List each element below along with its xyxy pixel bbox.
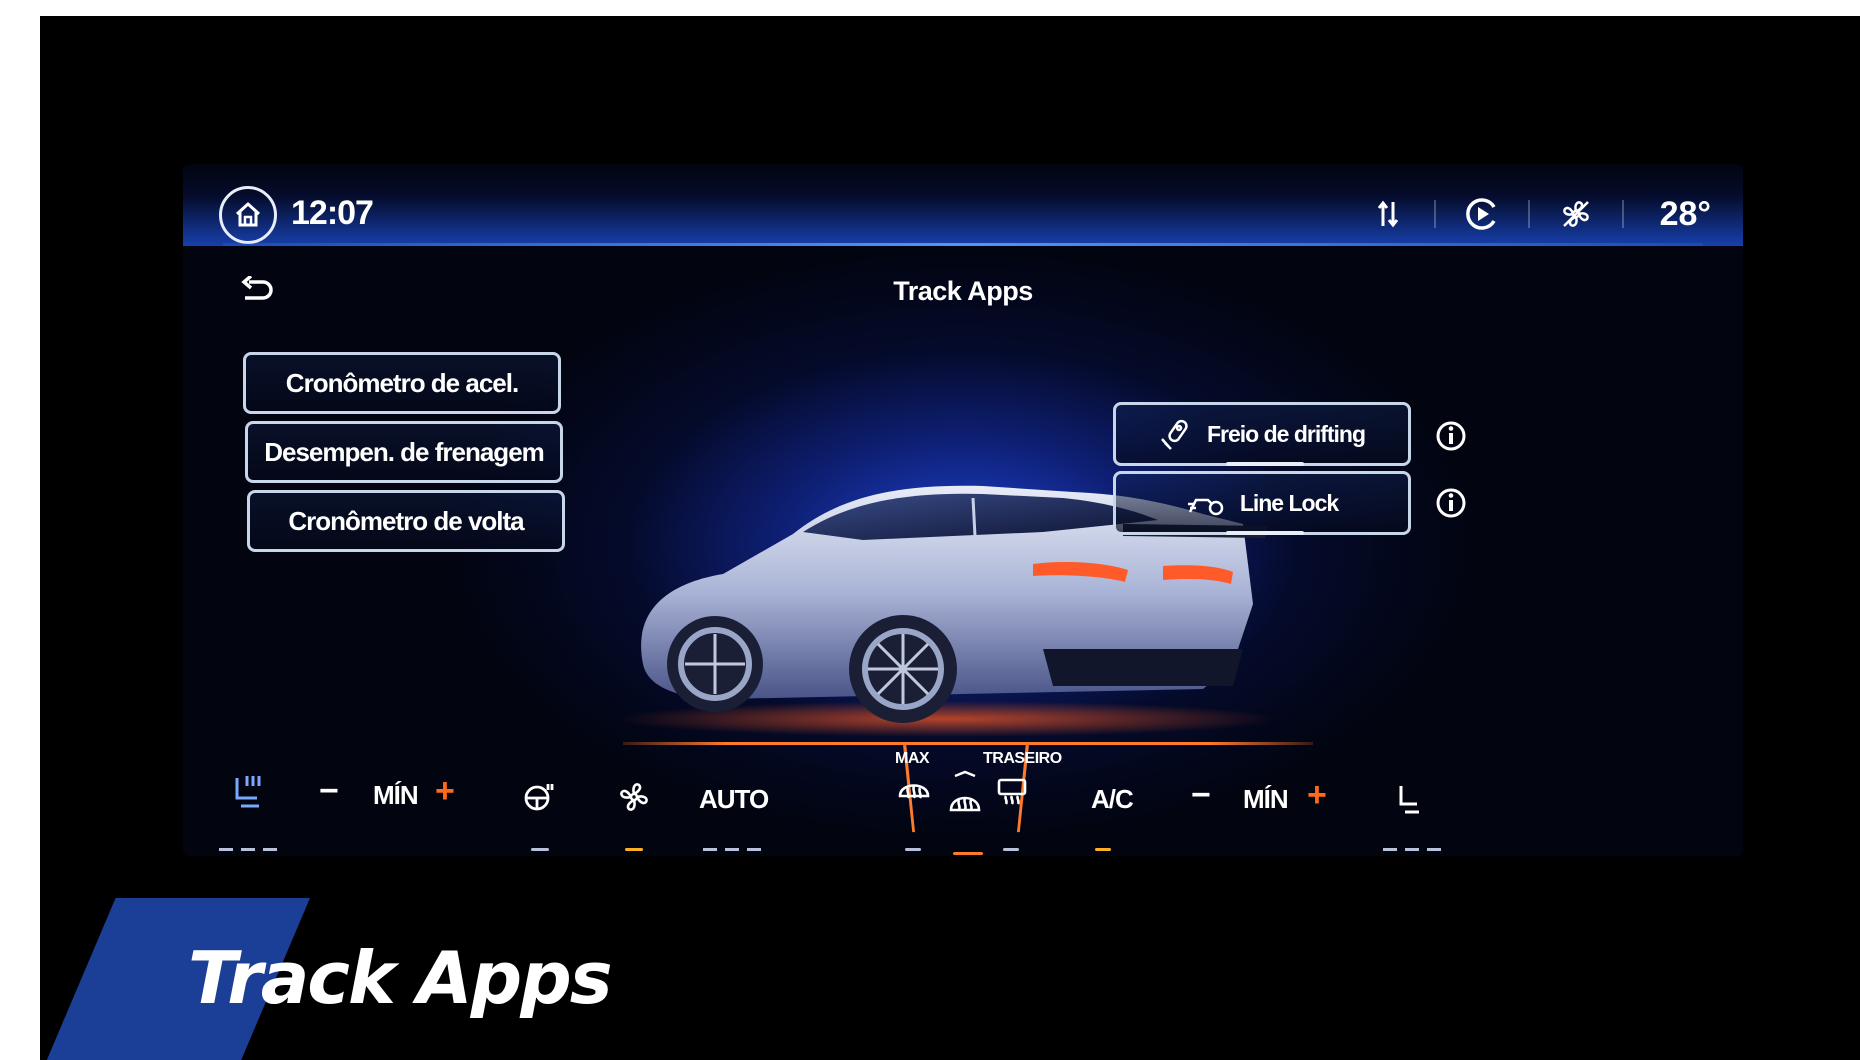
passenger-seat-indicator <box>1383 848 1441 851</box>
divider <box>1621 200 1624 228</box>
right-temp-up-button[interactable]: + <box>1307 776 1327 815</box>
auto-indicator <box>703 848 761 851</box>
left-temp-up-button[interactable]: + <box>435 772 455 811</box>
rear-defrost-icon <box>997 778 1027 805</box>
status-bar: 12:07 28° <box>183 164 1743 246</box>
sort-button[interactable] <box>1356 188 1420 240</box>
sort-icon <box>1377 200 1398 228</box>
info-icon <box>1436 421 1466 451</box>
menu-item-label: Cronômetro de acel. <box>285 367 519 398</box>
driver-seat-button[interactable] <box>227 772 267 817</box>
defrost-icon-wrap <box>945 770 985 825</box>
info-icon <box>1436 488 1466 518</box>
drift-brake-info-button[interactable] <box>1434 419 1468 453</box>
heated-steering-button[interactable] <box>522 780 556 819</box>
ac-button[interactable]: A/C <box>1091 784 1134 815</box>
max-defrost-label: MAX <box>895 750 930 767</box>
line-lock-button[interactable]: Line Lock <box>1113 471 1411 535</box>
left-temp-display: MÍN <box>373 780 419 810</box>
drift-brake-button[interactable]: Freio de drifting <box>1113 402 1411 466</box>
auto-button[interactable]: AUTO <box>699 784 769 815</box>
infotainment-screen: 12:07 28° Track Apps Cronômetro de acel.… <box>183 164 1743 856</box>
home-button[interactable] <box>219 186 277 244</box>
line-lock-icon <box>1187 498 1224 516</box>
acceleration-timer-button[interactable]: Cronômetro de acel. <box>243 352 561 414</box>
rear-defrost-indicator <box>1003 848 1019 851</box>
photo-frame: 12:07 28° Track Apps Cronômetro de acel.… <box>40 16 1860 1060</box>
page-title: Track Apps <box>893 276 1033 306</box>
defrost-indicator <box>953 852 983 855</box>
play-circle-icon <box>1465 198 1496 230</box>
seat-level-indicator <box>219 848 277 851</box>
rear-defrost-button[interactable] <box>995 776 1029 811</box>
line-lock-info-button[interactable] <box>1434 486 1468 520</box>
divider <box>1527 200 1530 228</box>
right-temp-down-button[interactable]: − <box>1191 776 1211 815</box>
fan-indicator <box>625 848 643 851</box>
fan-icon <box>620 783 648 811</box>
fan-status-button[interactable] <box>1544 188 1608 240</box>
menu-item-label: Desempen. de frenagem <box>264 436 545 467</box>
divider <box>1433 200 1436 228</box>
passenger-seat-icon <box>1399 786 1419 814</box>
active-indicator <box>1226 531 1304 535</box>
heated-seat-icon <box>235 776 261 808</box>
home-icon <box>235 202 261 227</box>
braking-performance-button[interactable]: Desempen. de frenagem <box>245 421 563 483</box>
passenger-seat-button[interactable] <box>1391 782 1425 821</box>
menu-item-label: Cronômetro de volta <box>288 505 524 536</box>
left-temp-down-button[interactable]: − <box>319 772 339 811</box>
outside-temperature: 28° <box>1659 194 1711 233</box>
max-defrost-indicator <box>905 848 921 851</box>
max-defrost-button[interactable] <box>897 776 931 811</box>
steering-indicator <box>531 848 549 851</box>
status-icons: 28° <box>1356 188 1711 240</box>
clock: 12:07 <box>291 194 374 232</box>
banner-title: Track Apps <box>188 936 613 1020</box>
rear-defrost-label: TRASEIRO <box>983 750 1062 767</box>
drift-brake-label: Freio de drifting <box>1206 420 1366 447</box>
ac-indicator <box>1095 848 1111 851</box>
fan-off-icon <box>1562 201 1589 227</box>
fan-speed-button[interactable] <box>617 780 651 819</box>
lap-timer-button[interactable]: Cronômetro de volta <box>247 490 565 552</box>
media-button[interactable] <box>1450 188 1514 240</box>
line-lock-label: Line Lock <box>1239 489 1339 516</box>
right-temp-display: MÍN <box>1243 784 1289 814</box>
heated-steering-wheel-icon <box>524 784 554 811</box>
active-indicator <box>1226 462 1304 466</box>
windshield-defrost-icon <box>949 770 981 812</box>
max-defrost-icon <box>898 784 930 799</box>
climate-bar: − MÍN + AUTO MAX TRASEIRO A/C − MÍN + <box>183 716 1743 856</box>
drift-brake-icon <box>1161 419 1188 450</box>
